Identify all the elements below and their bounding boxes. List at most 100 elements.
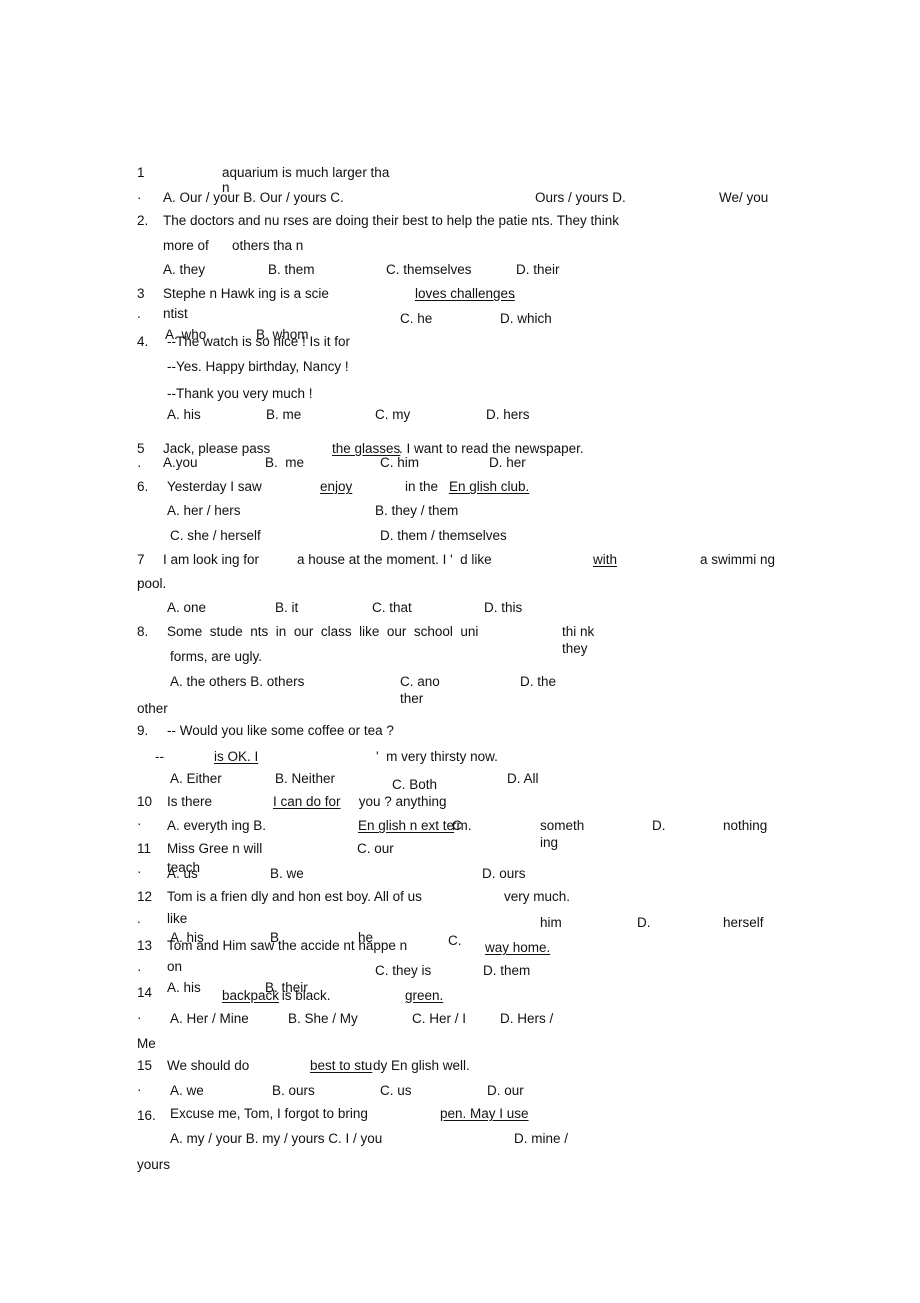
text-fragment-q1-opts-a: A. Our / your B. Our / yours C. (163, 190, 344, 205)
text-fragment-q12-opt-c: C. (448, 933, 462, 948)
text-fragment-q11-opt-b: B. we (270, 866, 304, 881)
text-fragment-q8-stem2: forms, are ugly. (170, 649, 263, 664)
text-fragment-q10-dot: · (137, 816, 142, 831)
text-fragment-q14-opt-b0: B. their (265, 980, 308, 995)
text-fragment-q1-stem: aquarium is much larger tha (222, 165, 390, 180)
text-fragment-q2-stem: The doctors and nu rses are doing their … (163, 213, 620, 228)
text-fragment-q10-stem2: you ? anything (355, 794, 447, 809)
text-fragment-q5-opt-c: C. him (380, 455, 420, 470)
text-fragment-q14-opt-a0: A. his (167, 980, 201, 995)
text-fragment-q7-blank: with (593, 552, 618, 567)
text-fragment-q6-opt-a: A. her / hers (167, 503, 241, 518)
text-fragment-q15-stem: We should do (167, 1058, 250, 1073)
text-fragment-q11-opt-c: C. our (357, 841, 394, 856)
text-fragment-q10-c-overlap: C (452, 818, 462, 833)
text-fragment-q7-opt-a: A. one (167, 600, 207, 615)
text-fragment-q2-stem2: more of (163, 238, 209, 253)
text-fragment-q12-stem: Tom is a frien dly and hon est boy. All … (167, 889, 422, 904)
text-fragment-q16-stem: Excuse me, Tom, I forgot to bring (170, 1106, 368, 1121)
text-fragment-q14-green: green. (405, 988, 444, 1003)
text-fragment-q10-blank2: En glish n ext te (358, 818, 455, 833)
text-fragment-q12-verymuch: very much. (504, 889, 571, 904)
text-fragment-q10-opt-d2: nothing (723, 818, 768, 833)
text-fragment-q10-opt-ab: A. everyth ing B. (167, 818, 267, 833)
text-fragment-q6-opt-b: B. they / them (375, 503, 459, 518)
text-fragment-q7-stem4: pool. (137, 576, 167, 591)
text-fragment-q7-stem3: a swimmi ng (700, 552, 776, 567)
text-fragment-q13-blank: way home. (485, 940, 551, 955)
text-fragment-q12-opt-d: D. (637, 915, 651, 930)
text-fragment-q5-dot: · (137, 458, 142, 473)
text-fragment-q7-stem2: a house at the moment. I ' d like (297, 552, 492, 567)
text-fragment-q3-stem2: ntist (163, 306, 188, 321)
text-fragment-q13-opt-c: C. they is (375, 963, 432, 978)
text-fragment-q13-stem2: on (167, 959, 183, 974)
text-fragment-q6-stem2: in the (405, 479, 442, 494)
text-fragment-q3-blank: loves challenges (415, 286, 515, 301)
text-fragment-q9-stem2: ' m very thirsty now. (376, 749, 498, 764)
text-fragment-q8-num: 8. (137, 624, 149, 639)
text-fragment-q9-opt-b: B. Neither (275, 771, 336, 786)
text-fragment-q3-stem: Stephe n Hawk ing is a scie (163, 286, 329, 301)
text-fragment-q11-dot: · (137, 864, 142, 879)
text-fragment-q10-num: 10 (137, 794, 153, 809)
text-fragment-q4-opt-c: C. my (375, 407, 411, 422)
text-fragment-q4-num: 4. (137, 334, 149, 349)
text-fragment-q7-opt-b: B. it (275, 600, 299, 615)
worksheet-page: 1 · aquarium is much larger tha n A. Our / y… (0, 0, 920, 1303)
text-fragment-q13-opt-d: D. them (483, 963, 531, 978)
text-fragment-q6-stem: Yesterday I saw (167, 479, 262, 494)
text-fragment-q12-opt-him: him (540, 915, 562, 930)
text-fragment-q8-opt-ab: A. the others B. others (170, 674, 305, 689)
text-fragment-q11-opt-d: D. ours (482, 866, 526, 881)
text-fragment-q15-opt-c: C. us (380, 1083, 412, 1098)
text-fragment-q14-opt-b: B. She / My (288, 1011, 358, 1026)
text-fragment-q3-blank-dot: . (512, 286, 516, 301)
text-fragment-q5-stem2: . I want to read the newspaper. (399, 441, 584, 456)
text-fragment-q15-num: 15 (137, 1058, 153, 1073)
text-fragment-q12-opt-d2: herself (723, 915, 764, 930)
text-fragment-q5-stem: Jack, please pass (163, 441, 271, 456)
text-fragment-q6-opt-d: D. them / themselves (380, 528, 507, 543)
text-fragment-q12-num: 12 (137, 889, 153, 904)
text-fragment-q5-opt-a: A.you (163, 455, 198, 470)
text-fragment-q15-stem2: dy En glish well. (373, 1058, 470, 1073)
text-fragment-q5-opt-b: B. me (265, 455, 305, 470)
text-fragment-q8-stem: Some stude nts in our class like our sch… (167, 624, 479, 639)
text-fragment-q15-dot: · (137, 1082, 142, 1097)
text-fragment-q2-num: 2. (137, 213, 149, 228)
text-fragment-q4-opt-b: B. me (266, 407, 302, 422)
text-fragment-q6-num: 6. (137, 479, 149, 494)
text-fragment-q9-num: 9. (137, 723, 149, 738)
text-fragment-q4-line2: --Yes. Happy birthday, Nancy ! (167, 359, 349, 374)
text-fragment-q16-blank: pen. May I use (440, 1106, 529, 1121)
text-fragment-q4-opt-d: D. hers (486, 407, 530, 422)
text-fragment-q7-opt-c: C. that (372, 600, 412, 615)
text-fragment-q6-blank2: En glish club. (449, 479, 530, 494)
text-fragment-q13-num: 13 (137, 938, 153, 953)
text-fragment-q9-dash: -- (155, 749, 164, 764)
text-fragment-q7-num: 7 (137, 552, 145, 567)
text-fragment-q5-opt-d: D. her (489, 455, 526, 470)
text-fragment-q10-opt-c2: ing (540, 835, 559, 850)
text-fragment-q4-line3: --Thank you very much ! (167, 386, 313, 401)
text-fragment-q7-stem: I am look ing for (163, 552, 260, 567)
text-fragment-q15-opt-d: D. our (487, 1083, 524, 1098)
text-fragment-q8-opt-c2: ther (400, 691, 424, 706)
text-fragment-q12-stem2: like (167, 911, 188, 926)
text-fragment-q6-blank: enjoy (320, 479, 353, 494)
text-fragment-q2-stem3: others tha n (232, 238, 304, 253)
text-fragment-q12-dot: . (137, 911, 141, 926)
text-fragment-q15-opt-b: B. ours (272, 1083, 315, 1098)
text-fragment-q7-opt-d: D. this (484, 600, 523, 615)
text-fragment-q3-opt-d: D. which (500, 311, 552, 326)
text-fragment-q16-opt-d: D. mine / (514, 1131, 569, 1146)
text-fragment-q14-opt-d2: Me (137, 1036, 156, 1051)
text-fragment-q14-opt-d: D. Hers / (500, 1011, 554, 1026)
text-fragment-q16-opts: A. my / your B. my / yours C. I / you (170, 1131, 383, 1146)
text-fragment-q1-dot: · (137, 190, 142, 205)
text-fragment-q10-opt-c: someth (540, 818, 585, 833)
text-fragment-q1-num: 1 (137, 165, 145, 180)
text-fragment-q3-dot: . (137, 306, 141, 321)
text-fragment-q2-opt-d: D. their (516, 262, 560, 277)
